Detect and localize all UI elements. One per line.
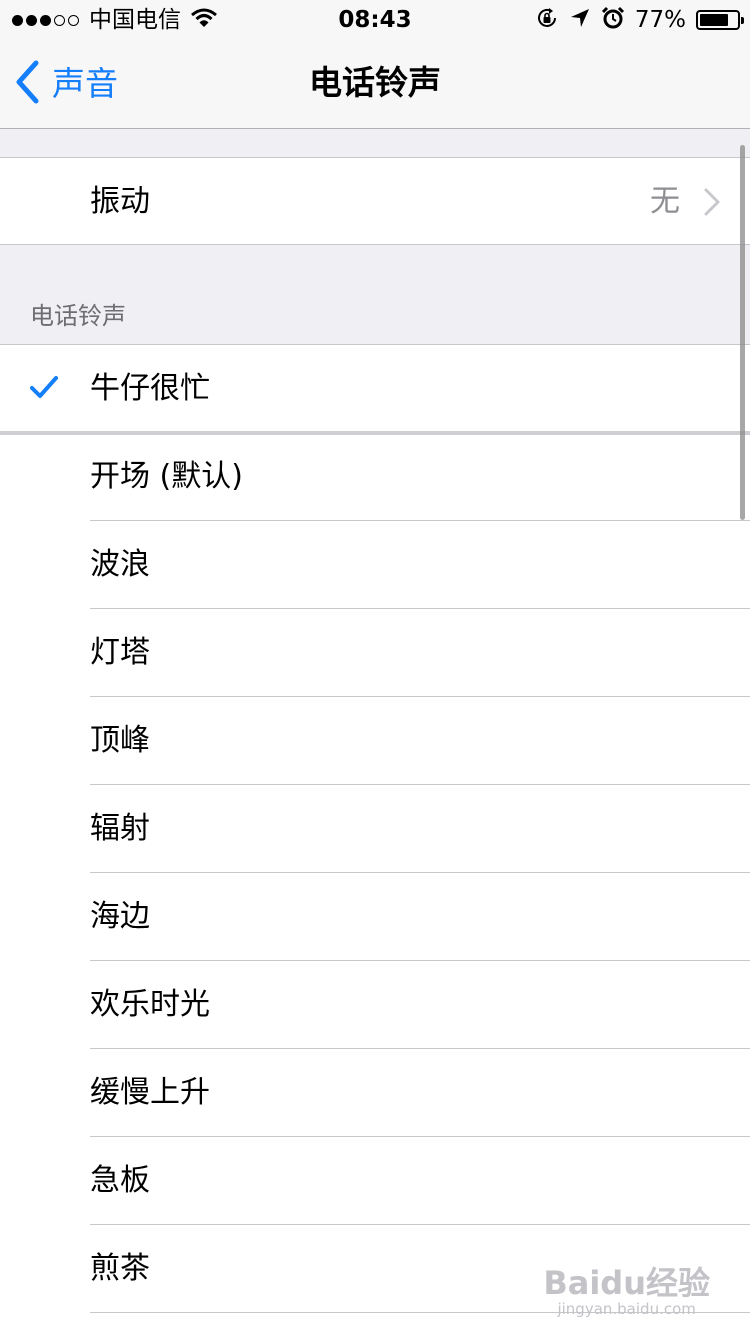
page-title: 电话铃声 — [309, 63, 441, 102]
ringtone-label: 煎茶 — [90, 1251, 150, 1286]
vibration-row[interactable]: 振动 无 — [0, 157, 750, 245]
ringtone-row[interactable]: 急板 — [0, 1137, 750, 1225]
status-right: 77% — [535, 6, 744, 34]
ringtone-label: 辐射 — [90, 811, 150, 846]
battery-icon — [696, 10, 744, 30]
ringtone-row[interactable]: 灯塔 — [0, 609, 750, 697]
battery-tip — [741, 17, 744, 24]
scroll-indicator[interactable] — [740, 145, 745, 520]
ringtone-list: 牛仔很忙开场 (默认) 波浪灯塔顶峰辐射海边欢乐时光缓慢上升急板煎茶 — [0, 344, 750, 1335]
ringtone-row[interactable]: 开场 (默认) — [0, 433, 750, 521]
ringtone-row[interactable]: 牛仔很忙 — [0, 345, 750, 435]
checkmark-icon — [30, 375, 58, 403]
battery-level — [700, 14, 728, 26]
ringtone-row[interactable]: 缓慢上升 — [0, 1049, 750, 1137]
battery-percent: 77% — [634, 7, 686, 33]
alarm-icon — [601, 6, 625, 34]
status-bar: 中国电信 08:43 77% — [0, 0, 750, 40]
ringtone-label: 牛仔很忙 — [90, 371, 210, 406]
ringtone-row[interactable]: 辐射 — [0, 785, 750, 873]
watermark: Baidu经验 jingyan.baidu.com — [543, 1266, 710, 1318]
ringtone-row[interactable]: 海边 — [0, 873, 750, 961]
ringtone-label: 顶峰 — [90, 723, 150, 758]
ringtone-label: 急板 — [90, 1163, 150, 1198]
ringtone-label: 缓慢上升 — [90, 1075, 210, 1110]
vibration-value: 无 — [650, 184, 680, 219]
ringtone-label: 开场 (默认) — [90, 459, 243, 494]
rotation-lock-icon — [535, 6, 559, 34]
ringtone-label: 海边 — [90, 899, 150, 934]
ringtone-row[interactable]: 波浪 — [0, 521, 750, 609]
watermark-url: jingyan.baidu.com — [557, 1300, 696, 1318]
section-header: 电话铃声 — [30, 302, 126, 330]
ringtone-row[interactable]: 顶峰 — [0, 697, 750, 785]
ringtone-row[interactable]: 欢乐时光 — [0, 961, 750, 1049]
ringtone-label: 欢乐时光 — [90, 987, 210, 1022]
vibration-label: 振动 — [90, 184, 150, 219]
watermark-brand: Baidu经验 — [543, 1264, 710, 1302]
ringtone-label: 灯塔 — [90, 635, 150, 670]
ringtone-label: 波浪 — [90, 547, 150, 582]
navigation-bar: 声音 电话铃声 — [0, 40, 750, 129]
location-arrow-icon — [569, 7, 591, 33]
chevron-right-icon — [704, 188, 720, 220]
